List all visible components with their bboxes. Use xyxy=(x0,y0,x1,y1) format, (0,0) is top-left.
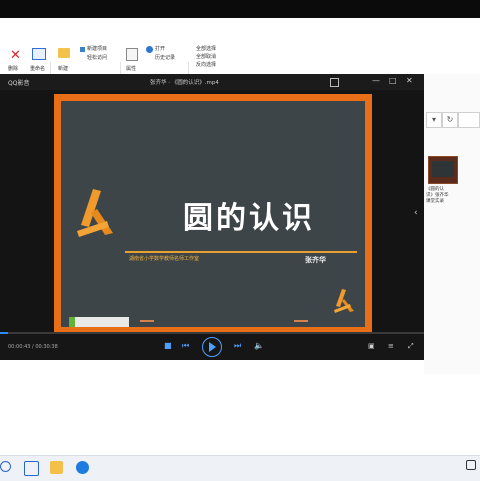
settings-icon[interactable]: ≡ xyxy=(388,342,394,350)
play-button[interactable] xyxy=(202,337,222,357)
player-logo[interactable]: QQ影音 xyxy=(8,78,29,87)
video-player-window: QQ影音 张齐华 · 《圆的认识》.mp4 — □ ✕ 圆的认识 湖南省小学数学… xyxy=(0,74,424,360)
time-display: 00:00:43 / 00:30:38 xyxy=(8,344,58,350)
rename-icon[interactable] xyxy=(32,48,46,60)
player-title: 张齐华 · 《圆的认识》.mp4 xyxy=(150,80,219,86)
ribbon-new-item[interactable]: 新建项目 xyxy=(87,46,107,52)
ribbon-easy-access[interactable]: 轻松访问 xyxy=(87,55,107,61)
player-title-bar: QQ影音 张齐华 · 《圆的认识》.mp4 — □ ✕ xyxy=(0,74,424,90)
ribbon-history[interactable]: 历史记录 xyxy=(155,55,175,61)
tray-icon[interactable] xyxy=(466,460,476,470)
new-folder-icon[interactable] xyxy=(58,48,70,58)
minimize-button[interactable]: — xyxy=(372,76,380,85)
slide-tab-2 xyxy=(294,320,308,322)
new-item-icon[interactable] xyxy=(80,47,85,52)
taskbar xyxy=(0,455,480,481)
previous-button[interactable]: ⏮ xyxy=(182,341,189,351)
ribbon-open[interactable]: 打开 xyxy=(155,46,165,52)
search-icon[interactable] xyxy=(0,461,11,472)
small-logo-icon xyxy=(334,289,354,313)
task-view-icon[interactable] xyxy=(24,461,39,476)
logo-icon xyxy=(77,189,113,237)
ribbon-select-none[interactable]: 全部取消 xyxy=(196,54,216,60)
slide-toolbar xyxy=(69,317,129,327)
video-thumbnail[interactable] xyxy=(428,156,458,184)
ribbon-properties[interactable]: 属性 xyxy=(126,66,136,72)
refresh-icon[interactable]: ↻ xyxy=(442,112,458,128)
skin-icon[interactable] xyxy=(330,78,339,87)
slide-title: 圆的认识 xyxy=(183,201,315,236)
top-letterbox xyxy=(0,0,480,18)
ribbon-invert-selection[interactable]: 反向选择 xyxy=(196,62,216,68)
next-button[interactable]: ⏭ xyxy=(234,341,241,351)
browser-icon[interactable] xyxy=(76,461,89,474)
slide-subtitle: 湖南省小学数学教师名师工作室 xyxy=(129,256,200,262)
video-frame[interactable]: 圆的认识 湖南省小学数学教师名师工作室 张齐华 xyxy=(54,94,372,334)
file-explorer-icon[interactable] xyxy=(50,461,63,474)
ribbon-delete[interactable]: 删除 xyxy=(8,66,18,72)
playlist-icon[interactable]: ▣ xyxy=(368,342,375,350)
open-icon[interactable] xyxy=(146,46,153,53)
progress-fill xyxy=(0,332,9,334)
ribbon-new[interactable]: 新建 xyxy=(58,66,68,72)
fullscreen-icon[interactable]: ⤢ xyxy=(408,342,414,351)
delete-icon[interactable]: ✕ xyxy=(10,48,21,63)
maximize-button[interactable]: □ xyxy=(389,76,397,85)
stop-button[interactable]: ■ xyxy=(164,341,172,350)
close-button[interactable]: ✕ xyxy=(406,76,413,85)
slide-tab-1 xyxy=(140,320,154,322)
slide-author: 张齐华 xyxy=(305,256,326,264)
ribbon-rename[interactable]: 重命名 xyxy=(30,66,45,72)
search-box[interactable] xyxy=(458,112,480,128)
dropdown-icon[interactable]: ▾ xyxy=(426,112,442,128)
explorer-ribbon: ✕ 删除 重命名 新建 新建项目 轻松访问 属性 打开 历史记录 全部选择 全部… xyxy=(0,18,480,88)
player-control-bar: 00:00:43 / 00:30:38 ■ ⏮ ⏭ 🔈 ▣ ≡ ⤢ xyxy=(0,332,424,360)
progress-bar[interactable] xyxy=(0,332,424,334)
volume-icon[interactable]: 🔈 xyxy=(254,341,264,350)
chalkboard: 圆的认识 湖南省小学数学教师名师工作室 张齐华 xyxy=(61,101,365,327)
ribbon-select-all[interactable]: 全部选择 xyxy=(196,46,216,52)
thumbnail-caption-3[interactable]: 课堂实录 xyxy=(426,198,444,204)
chevron-left-icon[interactable]: ‹ xyxy=(414,208,418,218)
properties-icon[interactable] xyxy=(126,48,138,61)
title-underline xyxy=(125,251,357,253)
